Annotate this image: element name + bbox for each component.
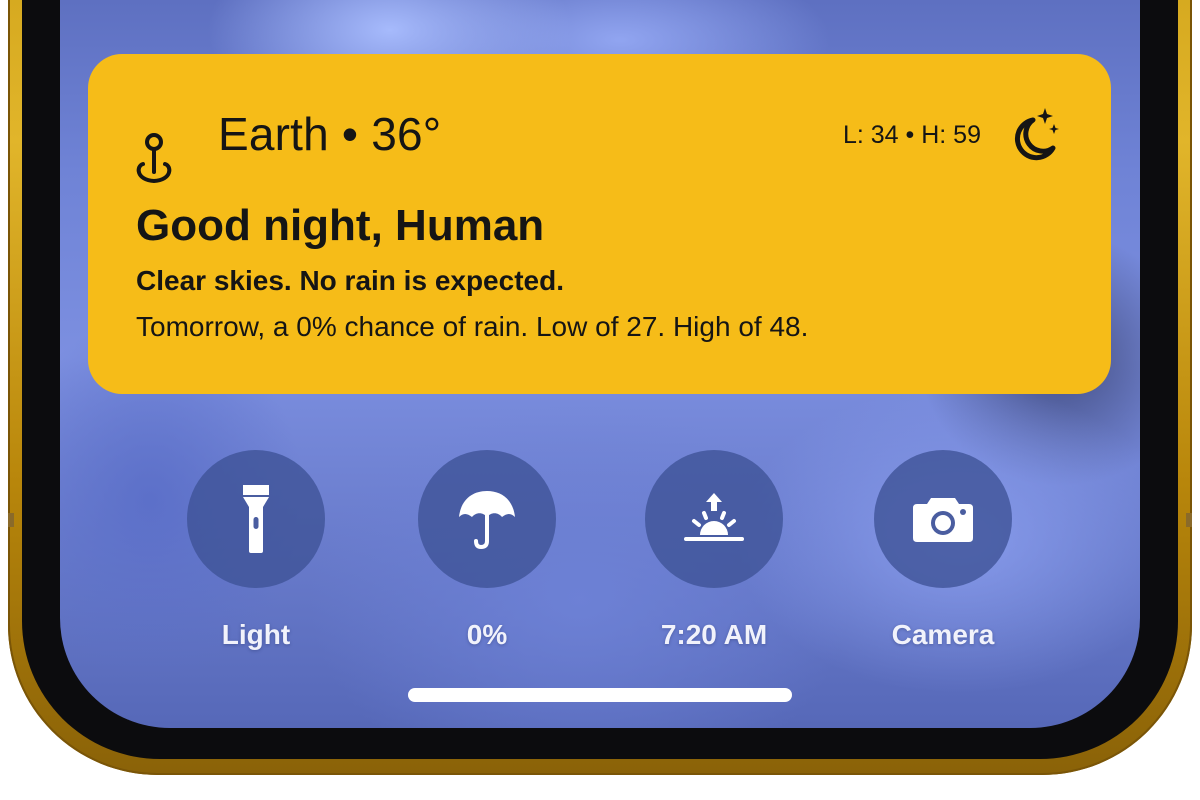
rain-chance-circle[interactable]	[418, 450, 556, 588]
flashlight-label: Light	[221, 619, 291, 650]
moon-stars-icon	[1014, 108, 1059, 161]
rain-chance-button[interactable]: 0%	[418, 450, 556, 652]
home-indicator[interactable]	[408, 688, 792, 702]
flashlight-circle[interactable]	[187, 450, 325, 588]
low-high-temperature: L: 34 • H: 59	[842, 121, 981, 149]
sunrise-time-label: 7:20 AM	[660, 619, 768, 650]
weather-widget[interactable]: Earth • 36° L: 34 • H: 59 Good night, Hu…	[88, 54, 1111, 394]
umbrella-icon	[459, 491, 515, 550]
frame-antenna-line-right	[1186, 513, 1192, 527]
sunrise-icon	[684, 493, 744, 541]
lock-screen: Earth • 36° L: 34 • H: 59 Good night, Hu…	[0, 0, 1200, 800]
camera-button[interactable]: Camera	[874, 450, 1012, 652]
location-pin-icon	[136, 133, 172, 184]
camera-circle[interactable]	[874, 450, 1012, 588]
tomorrow-forecast: Tomorrow, a 0% chance of rain. Low of 27…	[136, 311, 809, 342]
camera-icon	[913, 498, 973, 542]
location-temperature: Earth • 36°	[218, 108, 442, 160]
sunrise-circle[interactable]	[645, 450, 783, 588]
weather-summary: Clear skies. No rain is expected.	[136, 265, 564, 296]
flashlight-button[interactable]: Light	[187, 450, 325, 652]
rain-chance-label: 0%	[466, 619, 508, 650]
frame-antenna-line-left	[8, 513, 14, 527]
flashlight-icon	[243, 485, 269, 553]
sunrise-button[interactable]: 7:20 AM	[645, 450, 783, 652]
camera-label: Camera	[891, 619, 995, 650]
greeting-heading: Good night, Human	[136, 201, 545, 250]
